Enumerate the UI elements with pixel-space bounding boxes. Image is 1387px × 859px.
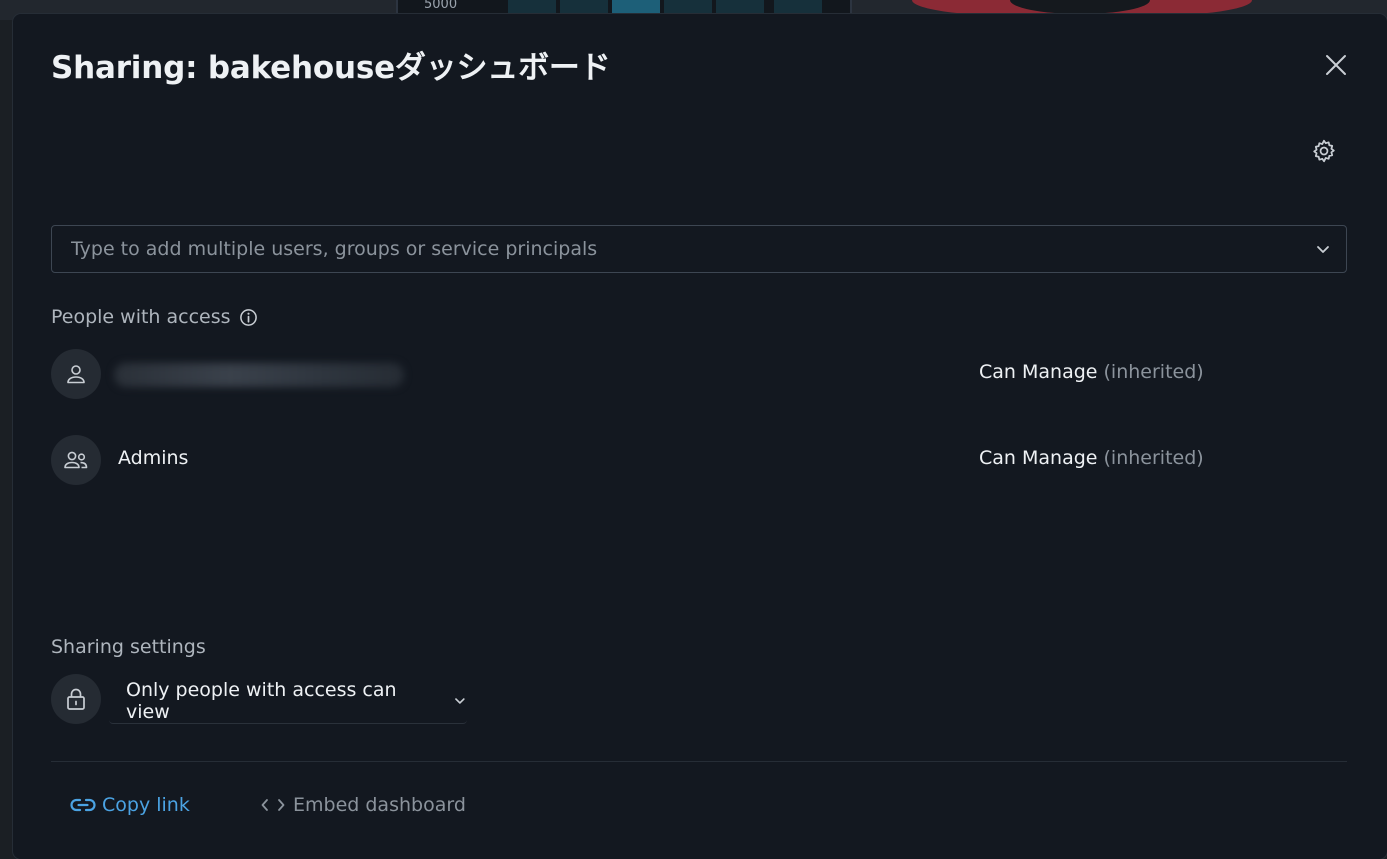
sharing-dialog: Sharing: bakehouseダッシュボード People with ac… [13, 14, 1387, 859]
code-icon [261, 799, 285, 811]
principal-name: Admins [118, 447, 189, 469]
people-with-access-label: People with access [51, 306, 258, 328]
principal-search[interactable] [51, 225, 1347, 273]
avatar [51, 349, 101, 399]
inherited-tag: (inherited) [1103, 361, 1204, 383]
embed-dashboard-button[interactable]: Embed dashboard [261, 794, 466, 816]
settings-button[interactable] [1309, 136, 1339, 166]
permission-text: Can Manage [979, 447, 1098, 469]
chevron-down-icon [455, 697, 465, 704]
sharing-settings-label: Sharing settings [51, 636, 206, 658]
inherited-tag: (inherited) [1103, 447, 1204, 469]
embed-dashboard-label: Embed dashboard [293, 794, 466, 816]
avatar [51, 435, 101, 485]
group-icon [64, 451, 88, 469]
chevron-down-icon[interactable] [1314, 240, 1332, 258]
copy-link-label: Copy link [102, 794, 190, 816]
close-icon [1326, 55, 1346, 75]
permission-text: Can Manage [979, 361, 1098, 383]
link-icon [70, 798, 96, 812]
background-axis-tick: 5000 [424, 0, 458, 12]
copy-link-button[interactable]: Copy link [70, 794, 190, 816]
sharing-settings-text: Sharing settings [51, 636, 206, 658]
access-list-item: Admins Can Manage (inherited) [51, 435, 1347, 485]
footer-divider [51, 761, 1347, 762]
lock-avatar [51, 674, 101, 724]
dialog-title: Sharing: bakehouseダッシュボード [51, 50, 611, 86]
permission-level: Can Manage (inherited) [979, 447, 1204, 469]
general-access-select[interactable]: Only people with access can view [109, 678, 467, 724]
info-icon[interactable] [239, 308, 258, 327]
principal-search-input[interactable] [52, 226, 1292, 272]
lock-icon [67, 688, 85, 710]
people-with-access-text: People with access [51, 306, 231, 328]
general-access-value: Only people with access can view [126, 678, 397, 723]
permission-level: Can Manage (inherited) [979, 361, 1204, 383]
redacted-user-name [114, 363, 404, 387]
access-list-item: Can Manage (inherited) [51, 349, 1347, 399]
gear-icon [1313, 139, 1335, 163]
user-icon [67, 365, 85, 384]
close-button[interactable] [1321, 50, 1351, 80]
